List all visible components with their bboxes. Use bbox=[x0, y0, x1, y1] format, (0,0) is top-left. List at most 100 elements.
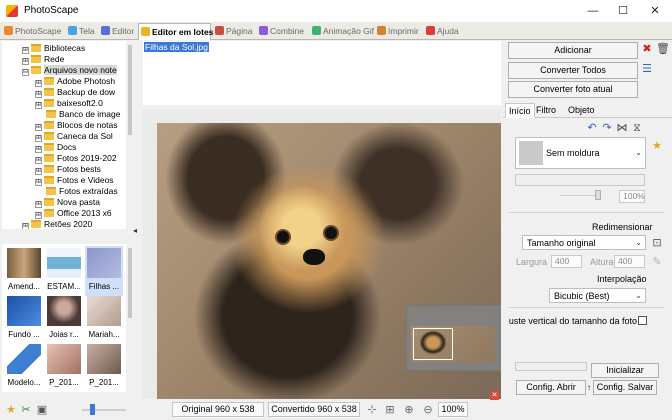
remove-icon[interactable]: ✖ bbox=[641, 43, 653, 55]
tree-item[interactable]: ⊞ Caneca da Sol bbox=[35, 131, 113, 142]
tree-item[interactable]: ⊞ Fotos 2019-202 bbox=[35, 153, 117, 164]
zoom-out-icon[interactable]: ⊖ bbox=[422, 404, 434, 416]
tab-editor-em-lotes[interactable]: Editor em lotes bbox=[138, 23, 213, 40]
thumbnail-item[interactable]: Mariah... bbox=[85, 294, 123, 344]
scroll-thumb[interactable] bbox=[128, 248, 132, 318]
expand-icon[interactable]: ⊞ bbox=[35, 168, 42, 175]
interpolation-select[interactable]: Bicubic (Best) ⌄ bbox=[549, 288, 646, 303]
tab-imprimir[interactable]: Imprimir bbox=[375, 23, 419, 39]
tab-tela[interactable]: Tela bbox=[66, 23, 95, 39]
close-window-button[interactable]: ✕ bbox=[640, 2, 670, 20]
collapse-icon[interactable]: ⊟ bbox=[22, 69, 29, 76]
height-field[interactable]: 400 bbox=[614, 255, 645, 268]
expand-icon[interactable]: ⊞ bbox=[22, 47, 29, 54]
frame-percent-field[interactable]: 100% bbox=[619, 190, 645, 203]
tree-item[interactable]: ⊞ Fotos bests bbox=[35, 164, 101, 175]
expand-icon[interactable]: ⊞ bbox=[35, 157, 42, 164]
expand-icon[interactable]: ⊞ bbox=[35, 102, 42, 109]
fit-icon[interactable]: ⊹ bbox=[366, 404, 378, 416]
file-list-item-selected[interactable]: Filhas da Sol.jpg bbox=[144, 42, 209, 52]
resize-select[interactable]: Tamanho original ⌄ bbox=[522, 235, 646, 250]
frame-slider-thumb[interactable] bbox=[595, 190, 601, 200]
collapse-panel-arrow-icon[interactable]: ◂ bbox=[133, 226, 139, 236]
thumbnail-item[interactable]: Amend... bbox=[5, 246, 43, 296]
rotate-left-icon[interactable]: ↶ bbox=[586, 122, 598, 134]
tab-pagina[interactable]: Página bbox=[213, 23, 252, 39]
thumbnail-item[interactable]: P_201... bbox=[45, 342, 83, 392]
tree-item[interactable]: ⊞ baixesoft2.0 bbox=[35, 98, 103, 109]
maximize-button[interactable]: ☐ bbox=[608, 2, 638, 20]
thumbnail-item[interactable]: ESTAM... bbox=[45, 246, 83, 296]
expand-icon[interactable]: ⊞ bbox=[35, 201, 42, 208]
zoom-in-icon[interactable]: ⊕ bbox=[403, 404, 415, 416]
tree-item[interactable]: Fotos extraídas bbox=[46, 186, 118, 197]
expand-icon[interactable]: ⊞ bbox=[22, 58, 29, 65]
thumb-size-slider-thumb[interactable] bbox=[90, 404, 95, 415]
view-icon[interactable]: ▣ bbox=[36, 404, 48, 416]
expand-icon[interactable]: ⊞ bbox=[22, 223, 29, 229]
tools-icon[interactable]: ✂ bbox=[20, 404, 32, 416]
trash-icon[interactable]: 🗑 bbox=[656, 43, 670, 55]
tree-item-arquivos-novo-note[interactable]: ⊟ Arquivos novo note bbox=[22, 65, 117, 76]
tab-combine[interactable]: Combine bbox=[257, 23, 304, 39]
flip-vertical-icon[interactable]: ⧖ bbox=[631, 122, 643, 134]
thumbnail-scrollbar[interactable] bbox=[126, 244, 134, 392]
expand-icon[interactable]: ⊞ bbox=[35, 212, 42, 219]
thumbnail-item[interactable]: Fundo ... bbox=[5, 294, 43, 344]
save-config-button[interactable]: Config. Salvar bbox=[593, 380, 657, 395]
tree-item[interactable]: ⊞ Adobe Photosh bbox=[35, 76, 115, 87]
tab-photoscape[interactable]: PhotoScape bbox=[2, 23, 61, 39]
minimap-viewport[interactable] bbox=[413, 328, 453, 360]
tree-item[interactable]: ⊞ Docs bbox=[35, 142, 76, 153]
tree-item[interactable]: ⊞ Backup de dow bbox=[35, 87, 115, 98]
tree-item[interactable]: ⊞ Fotos e Videos bbox=[35, 175, 114, 186]
resize-options-icon[interactable]: ⊡ bbox=[651, 237, 663, 249]
initialize-button[interactable]: Inicializar bbox=[591, 363, 659, 378]
tree-scrollbar[interactable] bbox=[126, 41, 134, 229]
tree-item[interactable]: ⊞ Office 2013 x6 bbox=[35, 208, 112, 219]
frame-slider-track[interactable] bbox=[560, 195, 600, 196]
convert-all-button[interactable]: Converter Todos bbox=[508, 62, 638, 79]
flip-horizontal-icon[interactable]: ⋈ bbox=[616, 122, 628, 134]
list-icon[interactable]: ☰ bbox=[641, 63, 653, 75]
close-preview-icon[interactable]: ✕ bbox=[490, 391, 499, 400]
frame-option-bar[interactable] bbox=[515, 174, 645, 186]
image-preview[interactable] bbox=[143, 109, 501, 399]
star-icon[interactable]: ★ bbox=[5, 404, 17, 416]
thumbnail-grid[interactable]: Amend... ESTAM... Filhas ... Fundo ... J… bbox=[2, 244, 126, 392]
lock-aspect-icon[interactable]: ✎ bbox=[651, 256, 663, 268]
navigator-minimap[interactable] bbox=[406, 305, 501, 371]
expand-icon[interactable]: ⊞ bbox=[35, 179, 42, 186]
expand-icon[interactable]: ⊞ bbox=[35, 91, 42, 98]
expand-icon[interactable]: ⊞ bbox=[35, 80, 42, 87]
width-field[interactable]: 400 bbox=[551, 255, 582, 268]
tab-inicio[interactable]: Início bbox=[505, 103, 535, 118]
tab-editor[interactable]: Editor bbox=[99, 23, 134, 39]
add-button[interactable]: Adicionar bbox=[508, 42, 638, 59]
tab-animacao-gif[interactable]: Animação Gif bbox=[310, 23, 374, 39]
tree-item[interactable]: ⊞ Retões 2020 bbox=[22, 219, 92, 229]
tree-item-rede[interactable]: ⊞ Rede bbox=[22, 54, 64, 65]
tab-ajuda[interactable]: Ajuda bbox=[424, 23, 459, 39]
expand-icon[interactable]: ⊞ bbox=[35, 124, 42, 131]
batch-file-list[interactable]: Filhas da Sol.jpg bbox=[143, 41, 501, 105]
thumbnail-item[interactable]: P_201... bbox=[85, 342, 123, 392]
thumb-size-slider[interactable] bbox=[82, 409, 126, 411]
thumbnail-item-selected[interactable]: Filhas ... bbox=[85, 246, 123, 296]
expand-icon[interactable]: ⊞ bbox=[35, 135, 42, 142]
convert-current-button[interactable]: Converter foto atual bbox=[508, 81, 638, 98]
tree-item[interactable]: Banco de image bbox=[46, 109, 120, 120]
thumbnail-item[interactable]: Modelo... bbox=[5, 342, 43, 392]
open-config-button[interactable]: Config. Abrir bbox=[516, 380, 586, 395]
thumbnail-item[interactable]: Joias r... bbox=[45, 294, 83, 344]
rotate-right-icon[interactable]: ↷ bbox=[601, 122, 613, 134]
scroll-thumb[interactable] bbox=[128, 45, 132, 135]
tab-filtro[interactable]: Filtro bbox=[533, 103, 559, 118]
tree-item-bibliotecas[interactable]: ⊞ Bibliotecas bbox=[22, 43, 85, 54]
folder-tree[interactable]: ⊞ Bibliotecas ⊞ Rede ⊟ Arquivos novo note ⊞… bbox=[2, 41, 126, 229]
tree-item[interactable]: ⊞ Blocos de notas bbox=[35, 120, 117, 131]
vertical-adjust-checkbox[interactable] bbox=[638, 316, 647, 325]
actual-size-icon[interactable]: ⊞ bbox=[384, 404, 396, 416]
minimize-button[interactable]: — bbox=[578, 2, 608, 20]
frame-select[interactable]: Sem moldura ⌄ bbox=[515, 137, 646, 169]
